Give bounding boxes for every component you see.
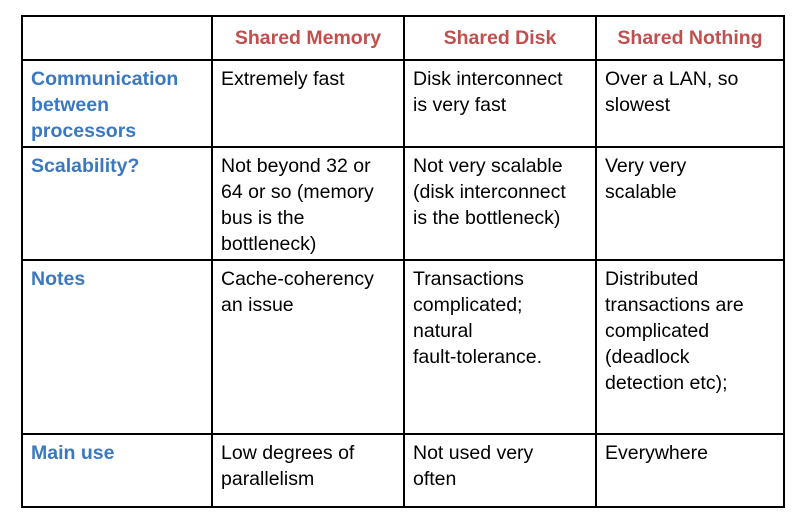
column-header-shared-memory: Shared Memory — [211, 15, 405, 61]
table-cell: Over a LAN, so slowest — [595, 59, 785, 148]
table-cell: Distributed transactions are complicated… — [595, 259, 785, 435]
table-cell: Disk interconnect is very fast — [403, 59, 597, 148]
table-row-notes: Notes Cache-coherency an issue Transacti… — [21, 259, 785, 435]
table-cell: Low degrees of parallelism — [211, 433, 405, 508]
table-row-main-use: Main use Low degrees of parallelism Not … — [21, 433, 785, 508]
table-cell: Very very scalable — [595, 146, 785, 261]
table-cell: Not very scalable (disk interconnect is … — [403, 146, 597, 261]
table-cell: Not used very often — [403, 433, 597, 508]
table-cell: Transactions complicated; natural fault-… — [403, 259, 597, 435]
comparison-table: Shared Memory Shared Disk Shared Nothing… — [21, 15, 785, 508]
row-header-main-use: Main use — [21, 433, 213, 508]
table-row-communication: Communication between processors Extreme… — [21, 59, 785, 148]
table-cell: Cache-coherency an issue — [211, 259, 405, 435]
row-header-scalability: Scalability? — [21, 146, 213, 261]
table-cell: Everywhere — [595, 433, 785, 508]
row-header-communication: Communication between processors — [21, 59, 213, 148]
header-row: Shared Memory Shared Disk Shared Nothing — [21, 15, 785, 61]
column-header-shared-nothing: Shared Nothing — [595, 15, 785, 61]
table-cell: Not beyond 32 or 64 or so (memory bus is… — [211, 146, 405, 261]
table-row-scalability: Scalability? Not beyond 32 or 64 or so (… — [21, 146, 785, 261]
column-header-shared-disk: Shared Disk — [403, 15, 597, 61]
row-header-notes: Notes — [21, 259, 213, 435]
corner-cell — [21, 15, 213, 61]
table-cell: Extremely fast — [211, 59, 405, 148]
